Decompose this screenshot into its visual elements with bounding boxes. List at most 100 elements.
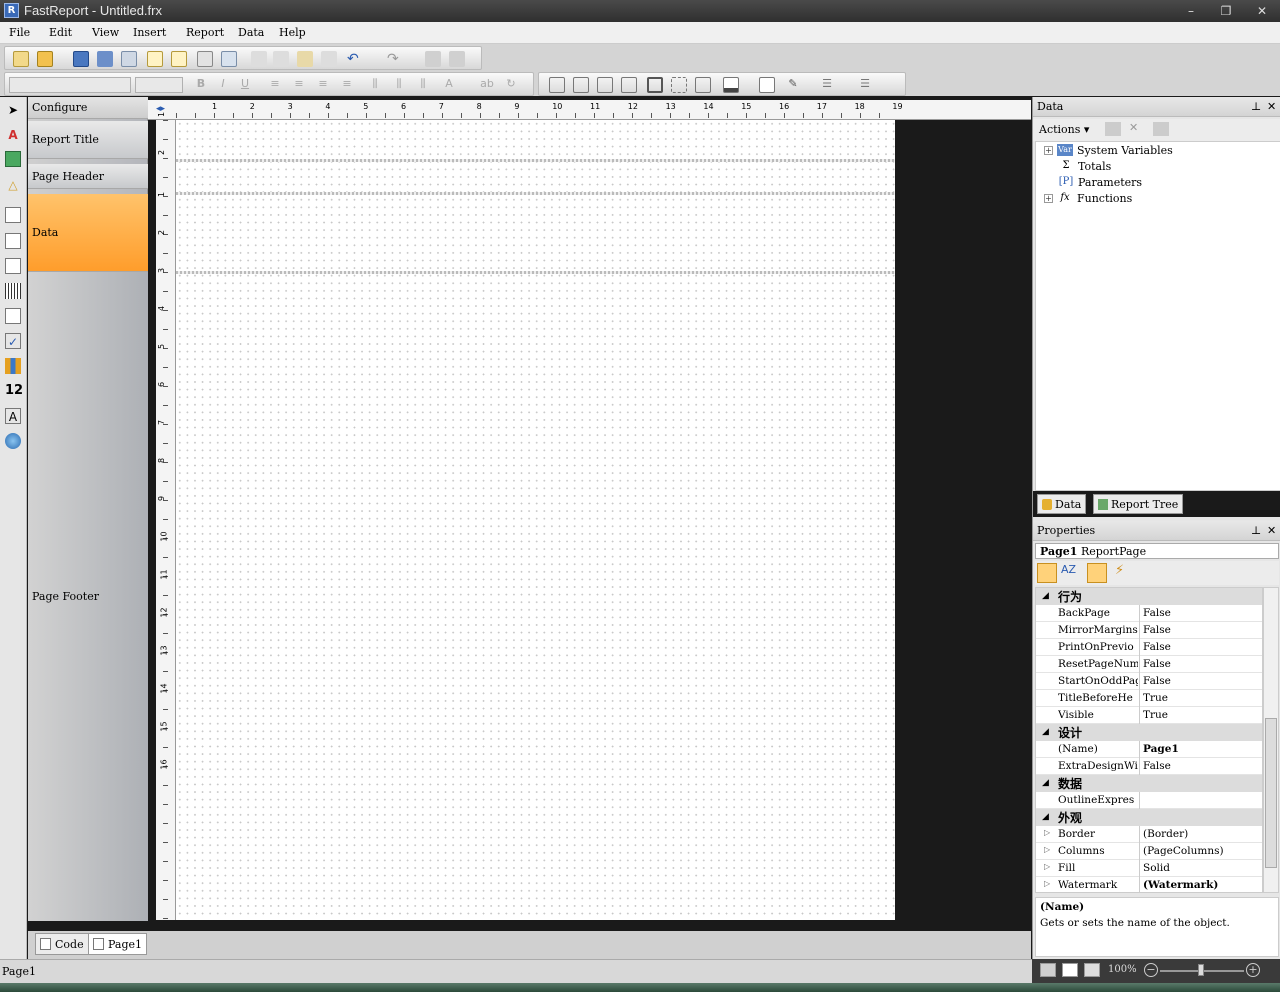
maximize-button[interactable]: ❐ — [1215, 3, 1237, 19]
rotate-icon[interactable]: ↻ — [503, 77, 519, 93]
zoom-slider-thumb[interactable] — [1198, 964, 1204, 976]
picture-object-icon[interactable] — [5, 151, 21, 167]
collapse-icon[interactable]: ◢ — [1042, 812, 1049, 822]
new-report-icon[interactable] — [13, 51, 29, 67]
zoom-out-icon[interactable]: − — [1144, 963, 1158, 977]
property-value[interactable]: False — [1139, 622, 1262, 639]
menu-help[interactable]: Help — [279, 26, 306, 39]
report-page[interactable] — [176, 120, 895, 920]
tree-item-parameters[interactable]: [P] Parameters — [1058, 174, 1142, 190]
property-row[interactable]: (Name) Page1 — [1036, 741, 1262, 758]
pointer-icon[interactable]: ➤ — [5, 102, 21, 118]
matrix-object-icon[interactable] — [5, 258, 21, 274]
cellular-text-icon[interactable]: A — [5, 408, 21, 424]
table-object-icon[interactable] — [5, 233, 21, 249]
property-value[interactable]: False — [1139, 656, 1262, 673]
sort-az-icon[interactable]: AZ — [1061, 563, 1081, 583]
menu-view[interactable]: View — [92, 26, 119, 39]
expand-icon[interactable]: + — [1044, 145, 1053, 155]
save-all-icon[interactable] — [97, 51, 113, 67]
new-page-icon[interactable] — [147, 51, 163, 67]
font-name-combo[interactable] — [9, 77, 131, 93]
property-value[interactable]: False — [1139, 639, 1262, 656]
tree-item-totals[interactable]: Σ Totals — [1058, 158, 1111, 174]
property-category[interactable]: ◢ 数据 — [1036, 775, 1262, 792]
justify-icon[interactable]: ≡ — [339, 77, 355, 93]
property-row[interactable]: ▷ Watermark (Watermark) — [1036, 877, 1262, 892]
checkbox-object-icon[interactable]: ✓ — [5, 333, 21, 349]
property-value[interactable]: Page1 — [1139, 741, 1262, 758]
pin-icon[interactable]: ⊥ — [1251, 524, 1261, 537]
fill-color-icon[interactable] — [723, 77, 739, 93]
property-value[interactable]: True — [1139, 707, 1262, 724]
align-center-icon[interactable]: ≡ — [291, 77, 307, 93]
text-object-icon[interactable]: A — [5, 127, 21, 143]
expand-icon[interactable]: ▷ — [1044, 845, 1050, 854]
object-selector[interactable]: Page1 ReportPage — [1035, 543, 1279, 559]
close-icon[interactable]: ✕ — [1267, 524, 1276, 537]
map-object-icon[interactable] — [5, 433, 21, 449]
expand-icon[interactable]: ▷ — [1044, 862, 1050, 871]
border-left-icon[interactable] — [597, 77, 613, 93]
property-value[interactable]: False — [1139, 758, 1262, 775]
pin-icon[interactable]: ⊥ — [1251, 100, 1261, 113]
property-row[interactable]: TitleBeforeHe True — [1036, 690, 1262, 707]
property-value[interactable] — [1139, 792, 1262, 809]
preview-icon[interactable] — [121, 51, 137, 67]
band-separator[interactable] — [176, 192, 895, 195]
minimize-button[interactable]: – — [1180, 3, 1202, 19]
band-data[interactable]: Data — [28, 194, 148, 272]
group-icon[interactable] — [425, 51, 441, 67]
actions-menu[interactable]: Actions ▾ — [1039, 123, 1089, 136]
close-button[interactable]: ✕ — [1251, 3, 1273, 19]
delete-page-icon[interactable] — [197, 51, 213, 67]
property-value[interactable]: True — [1139, 690, 1262, 707]
barcode-icon[interactable] — [5, 283, 21, 299]
band-separator[interactable] — [176, 271, 895, 274]
property-row[interactable]: Visible True — [1036, 707, 1262, 724]
collapse-icon[interactable]: ◢ — [1042, 727, 1049, 737]
property-value[interactable]: (Border) — [1139, 826, 1262, 843]
property-row[interactable]: ▷ Columns (PageColumns) — [1036, 843, 1262, 860]
expand-icon[interactable]: + — [1044, 193, 1053, 203]
collapse-icon[interactable]: ◢ — [1042, 778, 1049, 788]
valign-top-icon[interactable]: ⫼ — [367, 77, 383, 93]
copy-icon[interactable] — [273, 51, 289, 67]
text-color-icon[interactable]: A — [441, 77, 457, 93]
save-icon[interactable] — [73, 51, 89, 67]
collapse-icon[interactable]: ◢ — [1042, 591, 1049, 601]
property-value[interactable]: (Watermark) — [1139, 877, 1262, 892]
redo-icon[interactable]: ↷ — [387, 51, 403, 67]
property-value[interactable]: (PageColumns) — [1139, 843, 1262, 860]
align-left-icon[interactable]: ≡ — [267, 77, 283, 93]
zoom-in-icon[interactable]: + — [1246, 963, 1260, 977]
cut-icon[interactable] — [251, 51, 267, 67]
italic-icon[interactable]: I — [215, 77, 231, 93]
properties-icon[interactable] — [1087, 563, 1107, 583]
border-style-icon[interactable] — [695, 77, 711, 93]
fit-page-icon[interactable] — [1040, 963, 1056, 977]
property-row[interactable]: ▷ Fill Solid — [1036, 860, 1262, 877]
property-row[interactable]: PrintOnPrevio False — [1036, 639, 1262, 656]
fill-icon[interactable] — [759, 77, 775, 93]
close-icon[interactable]: ✕ — [1267, 100, 1276, 113]
format-painter-icon[interactable] — [321, 51, 337, 67]
paste-icon[interactable] — [297, 51, 313, 67]
property-value[interactable]: Solid — [1139, 860, 1262, 877]
border-top-icon[interactable] — [549, 77, 565, 93]
rich-text-icon[interactable] — [5, 308, 21, 324]
underline-icon[interactable]: U — [237, 77, 253, 93]
band-report-title[interactable]: Report Title — [28, 121, 148, 159]
page-view-icon[interactable] — [1084, 963, 1100, 977]
property-grid-scrollbar[interactable] — [1263, 587, 1279, 893]
events-icon[interactable]: ⚡ — [1115, 563, 1124, 578]
property-category[interactable]: ◢ 行为 — [1036, 588, 1262, 605]
property-category[interactable]: ◢ 外观 — [1036, 809, 1262, 826]
expand-icon[interactable]: ▷ — [1044, 879, 1050, 888]
fit-width-icon[interactable] — [1062, 963, 1078, 977]
new-dialog-icon[interactable] — [171, 51, 187, 67]
undo-icon[interactable]: ↶ — [347, 51, 363, 67]
tree-item-functions[interactable]: + fx Functions — [1044, 190, 1132, 206]
band-page-footer[interactable]: Page Footer — [28, 272, 148, 921]
page-setup-icon[interactable] — [221, 51, 237, 67]
